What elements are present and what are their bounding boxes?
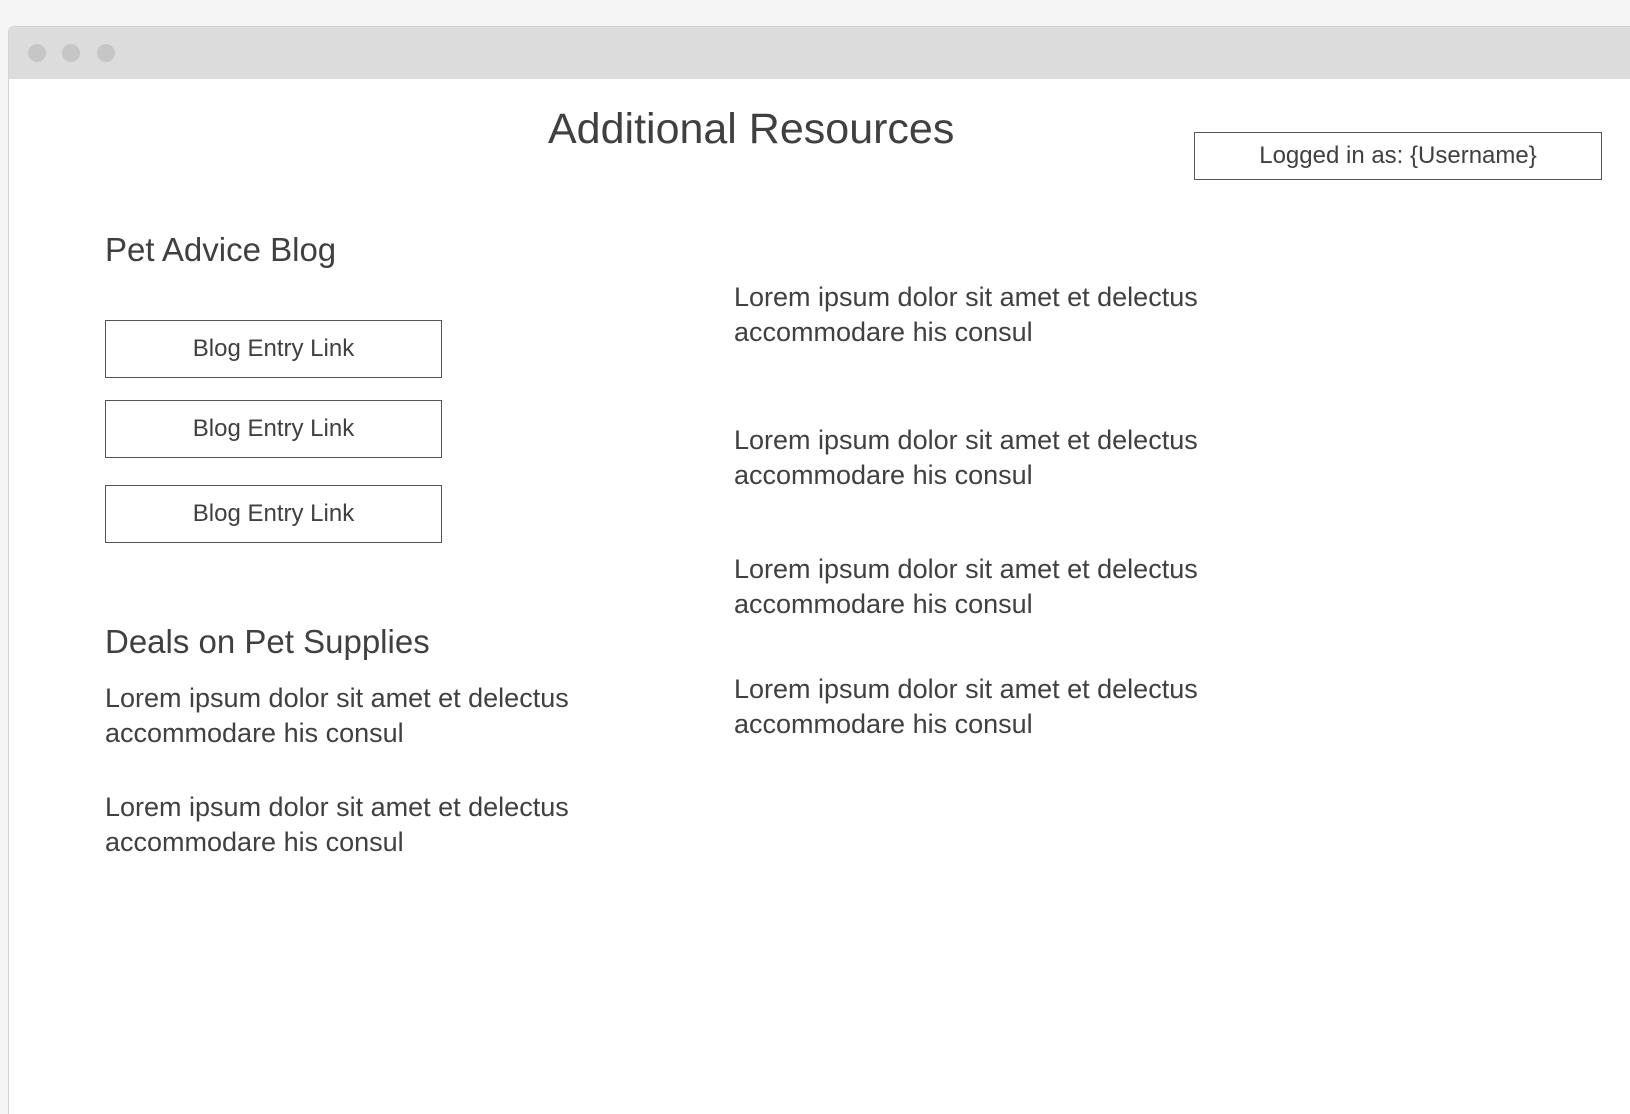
- blog-section-heading: Pet Advice Blog: [105, 231, 337, 268]
- deal-description: Lorem ipsum dolor sit amet et delectus a…: [105, 792, 569, 857]
- window-close-dot-icon[interactable]: [28, 44, 46, 62]
- blog-entry-description: Lorem ipsum dolor sit amet et delectus a…: [734, 425, 1198, 490]
- page-content: Additional Resources Logged in as: {User…: [9, 79, 1630, 1114]
- blog-entry-link[interactable]: Blog Entry Link: [105, 400, 442, 458]
- blog-entry-link[interactable]: Blog Entry Link: [105, 485, 442, 543]
- window-minimize-dot-icon[interactable]: [62, 44, 80, 62]
- browser-window: Additional Resources Logged in as: {User…: [8, 26, 1630, 1114]
- window-maximize-dot-icon[interactable]: [97, 44, 115, 62]
- login-status-box: Logged in as: {Username}: [1194, 132, 1602, 180]
- blog-entry-description: Lorem ipsum dolor sit amet et delectus a…: [734, 282, 1198, 347]
- blog-entry-link[interactable]: Blog Entry Link: [105, 320, 442, 378]
- blog-entry-description: Lorem ipsum dolor sit amet et delectus a…: [734, 554, 1198, 619]
- page-title: Additional Resources: [548, 105, 955, 153]
- resource-description: Lorem ipsum dolor sit amet et delectus a…: [734, 674, 1198, 739]
- deals-section-heading: Deals on Pet Supplies: [105, 623, 430, 660]
- window-titlebar: [9, 27, 1630, 79]
- deal-description: Lorem ipsum dolor sit amet et delectus a…: [105, 683, 569, 748]
